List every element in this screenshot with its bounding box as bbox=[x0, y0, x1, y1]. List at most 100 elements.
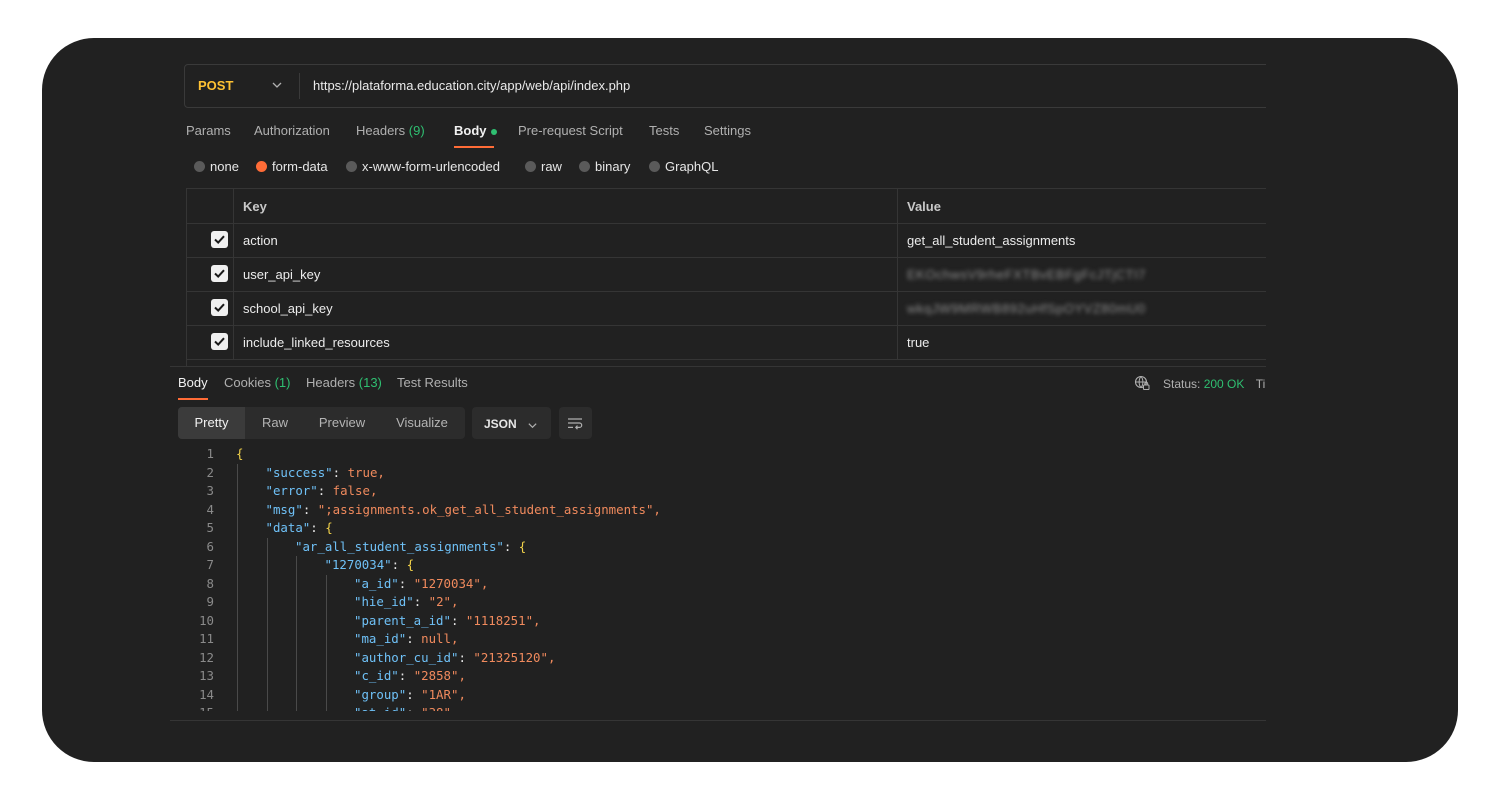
code-text: "ar_all_student_assignments": { bbox=[295, 538, 526, 556]
line-number: 14 bbox=[199, 686, 214, 702]
line-number: 9 bbox=[206, 594, 214, 609]
tab-response-body[interactable]: Body bbox=[178, 375, 208, 390]
response-code-viewer[interactable]: 1 {2 "success": true, 3 "error": false, 4 "msg… bbox=[178, 445, 1266, 711]
line-number: 13 bbox=[199, 668, 214, 683]
status-label: Status: bbox=[1163, 377, 1201, 391]
row-checkbox[interactable] bbox=[211, 265, 228, 282]
wrap-lines-icon bbox=[568, 418, 583, 430]
radio-x-www-form-urlencoded[interactable]: x-www-form-urlencoded bbox=[346, 159, 500, 174]
json-key: "a_id" bbox=[354, 575, 399, 591]
json-value: null, bbox=[421, 631, 459, 646]
checkbox-cell bbox=[187, 325, 234, 359]
view-preview-button[interactable]: Preview bbox=[305, 407, 379, 439]
line-number: 1 bbox=[206, 446, 214, 461]
checkbox-cell bbox=[187, 223, 234, 257]
tab-settings[interactable]: Settings bbox=[704, 123, 751, 138]
view-raw-button[interactable]: Raw bbox=[245, 407, 305, 439]
json-colon: : bbox=[332, 464, 348, 480]
row-checkbox[interactable] bbox=[211, 333, 228, 350]
pane-divider[interactable] bbox=[170, 366, 1266, 367]
code-text: "a_id": "1270034", bbox=[354, 575, 488, 593]
format-label: JSON bbox=[484, 417, 517, 431]
code-line: 3 "error": false, bbox=[178, 482, 1266, 500]
url-input[interactable]: https://plataforma.education.city/app/we… bbox=[313, 78, 630, 93]
url-bar: POST https://plataforma.education.city/a… bbox=[184, 64, 1266, 108]
app-frame: POST https://plataforma.education.city/a… bbox=[42, 38, 1458, 762]
line-number: 3 bbox=[206, 483, 214, 498]
code-line: 11 "ma_id": null, bbox=[178, 630, 1266, 648]
json-key: "success" bbox=[265, 464, 333, 480]
checkbox-cell bbox=[187, 257, 234, 291]
json-brace: { bbox=[518, 538, 527, 554]
chevron-down-icon[interactable] bbox=[271, 79, 283, 91]
wrap-lines-button[interactable] bbox=[559, 407, 592, 439]
format-select[interactable]: JSON bbox=[472, 407, 551, 439]
code-text: "group": "1AR", bbox=[354, 686, 466, 704]
radio-none[interactable]: none bbox=[194, 159, 239, 174]
code-text: "error": false, bbox=[266, 482, 378, 500]
app-viewport: POST https://plataforma.education.city/a… bbox=[42, 38, 1266, 762]
row-key[interactable]: user_api_key bbox=[243, 267, 320, 282]
column-divider bbox=[897, 257, 898, 291]
json-colon: : bbox=[406, 705, 421, 711]
indent-guide bbox=[266, 537, 268, 711]
json-value: "21325120", bbox=[473, 649, 556, 665]
body-indicator-dot bbox=[490, 128, 497, 135]
row-value-redacted[interactable]: wkqJW9MRWB892uHfSpOYVZ80mU0 bbox=[907, 301, 1146, 316]
tab-tests[interactable]: Tests bbox=[649, 123, 679, 138]
code-text: "1270034": { bbox=[325, 556, 415, 574]
radio-form-data[interactable]: form-data bbox=[256, 159, 328, 174]
json-value: true, bbox=[347, 464, 385, 480]
status-value[interactable]: 200 OK bbox=[1204, 377, 1245, 391]
json-brace: { bbox=[325, 520, 333, 535]
column-divider bbox=[897, 325, 898, 359]
row-key[interactable]: include_linked_resources bbox=[243, 335, 390, 350]
cookies-count: (1) bbox=[274, 375, 291, 390]
globe-lock-icon[interactable] bbox=[1134, 375, 1150, 391]
line-number: 4 bbox=[206, 501, 214, 517]
json-key: "msg" bbox=[265, 501, 303, 517]
json-brace: { bbox=[406, 557, 415, 572]
json-colon: : bbox=[310, 520, 326, 535]
row-key[interactable]: action bbox=[243, 233, 278, 248]
tab-body[interactable]: Body bbox=[454, 123, 497, 138]
row-checkbox[interactable] bbox=[211, 231, 228, 248]
json-colon: : bbox=[302, 501, 318, 517]
tab-cookies[interactable]: Cookies (1) bbox=[224, 375, 290, 390]
code-line: 2 "success": true, bbox=[178, 464, 1266, 482]
row-value-redacted[interactable]: EKOchwsV9rheFXTBvEBFgFcJTjCTI7 bbox=[907, 267, 1146, 282]
check-icon bbox=[214, 337, 225, 347]
row-checkbox[interactable] bbox=[211, 299, 228, 316]
radio-raw[interactable]: raw bbox=[525, 159, 562, 174]
table-row: include_linked_resources true bbox=[187, 325, 1266, 360]
tab-authorization[interactable]: Authorization bbox=[254, 123, 330, 138]
view-visualize-button[interactable]: Visualize bbox=[379, 407, 465, 439]
tab-params[interactable]: Params bbox=[186, 123, 231, 138]
radio-binary[interactable]: binary bbox=[579, 159, 630, 174]
radio-circle bbox=[649, 161, 660, 172]
json-colon: : bbox=[413, 594, 429, 609]
code-text: "msg": ";assignments.ok_get_all_student_… bbox=[266, 501, 661, 519]
code-line: 14 "group": "1AR", bbox=[178, 686, 1266, 704]
json-colon: : bbox=[406, 686, 422, 702]
http-method-select[interactable]: POST bbox=[198, 78, 233, 93]
tab-test-results[interactable]: Test Results bbox=[397, 375, 468, 390]
row-value[interactable]: get_all_student_assignments bbox=[907, 233, 1075, 248]
tab-pre-request-script[interactable]: Pre-request Script bbox=[518, 123, 623, 138]
json-value: "1118251", bbox=[465, 612, 541, 628]
row-key[interactable]: school_api_key bbox=[243, 301, 333, 316]
code-line: 7 "1270034": { bbox=[178, 556, 1266, 574]
row-value[interactable]: true bbox=[907, 335, 929, 350]
active-tab-underline bbox=[454, 146, 494, 148]
tab-response-headers[interactable]: Headers (13) bbox=[306, 375, 382, 390]
code-line: 15 "at_id": "38", bbox=[178, 704, 1266, 711]
json-value: ";assignments.ok_get_all_student_assignm… bbox=[317, 501, 661, 517]
value-column-header: Value bbox=[907, 199, 941, 214]
radio-graphql[interactable]: GraphQL bbox=[649, 159, 718, 174]
code-text: "parent_a_id": "1118251", bbox=[354, 612, 541, 630]
json-brace: { bbox=[236, 446, 244, 461]
column-divider bbox=[897, 223, 898, 257]
code-text: "data": { bbox=[266, 519, 333, 537]
tab-headers[interactable]: Headers (9) bbox=[356, 123, 425, 138]
view-pretty-button[interactable]: Pretty bbox=[178, 407, 245, 439]
